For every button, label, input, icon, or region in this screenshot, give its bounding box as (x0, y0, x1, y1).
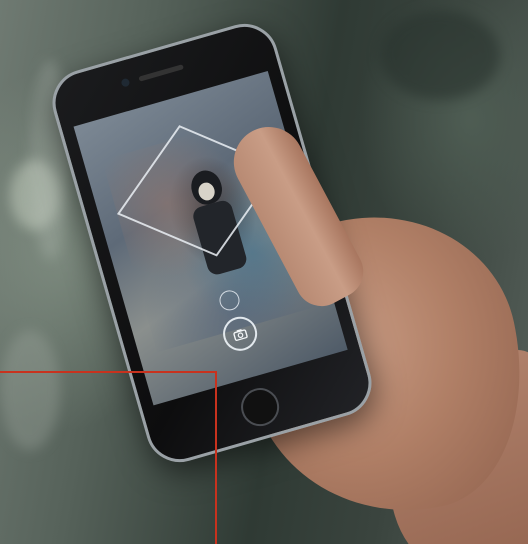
background-bokeh (380, 10, 500, 100)
photo-scene (0, 0, 528, 544)
annotation-corner-line (0, 371, 217, 544)
front-camera (120, 77, 131, 88)
earpiece-speaker (138, 64, 184, 82)
home-button (236, 383, 284, 431)
